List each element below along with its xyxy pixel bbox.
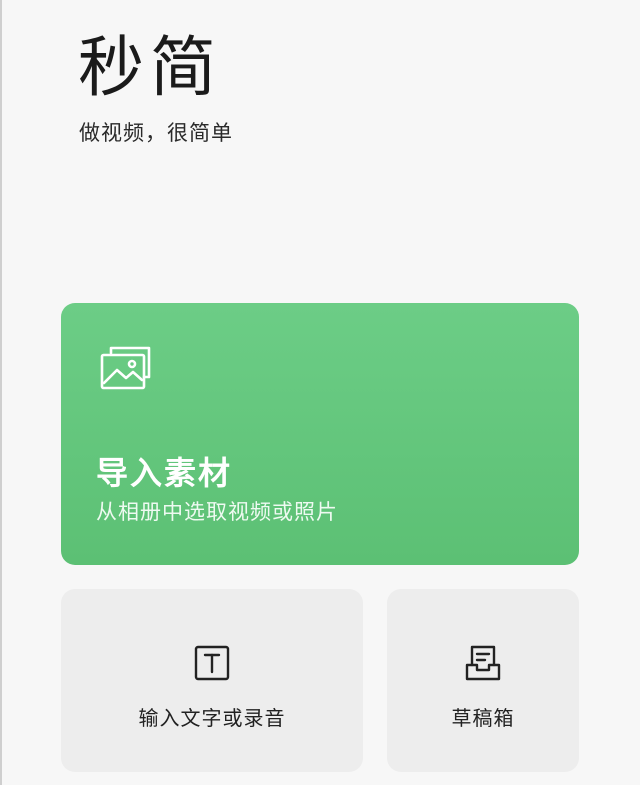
text-or-voice-input-label: 输入文字或录音 [138, 706, 286, 730]
import-media-subtitle: 从相册中选取视频或照片 [96, 500, 338, 524]
image-gallery-icon [99, 345, 153, 391]
import-media-card[interactable]: 导入素材 从相册中选取视频或照片 [61, 303, 579, 565]
app-logo: 秒简 [78, 29, 222, 106]
text-or-voice-input-button[interactable]: 输入文字或录音 [61, 589, 363, 772]
app-slogan: 做视频，很简单 [79, 121, 233, 145]
drafts-button[interactable]: 草稿箱 [387, 589, 579, 772]
drafts-label: 草稿箱 [451, 706, 515, 730]
text-box-icon [192, 643, 232, 683]
left-edge-divider [0, 0, 2, 785]
draft-tray-icon [463, 643, 503, 683]
import-media-title: 导入素材 [96, 454, 233, 492]
